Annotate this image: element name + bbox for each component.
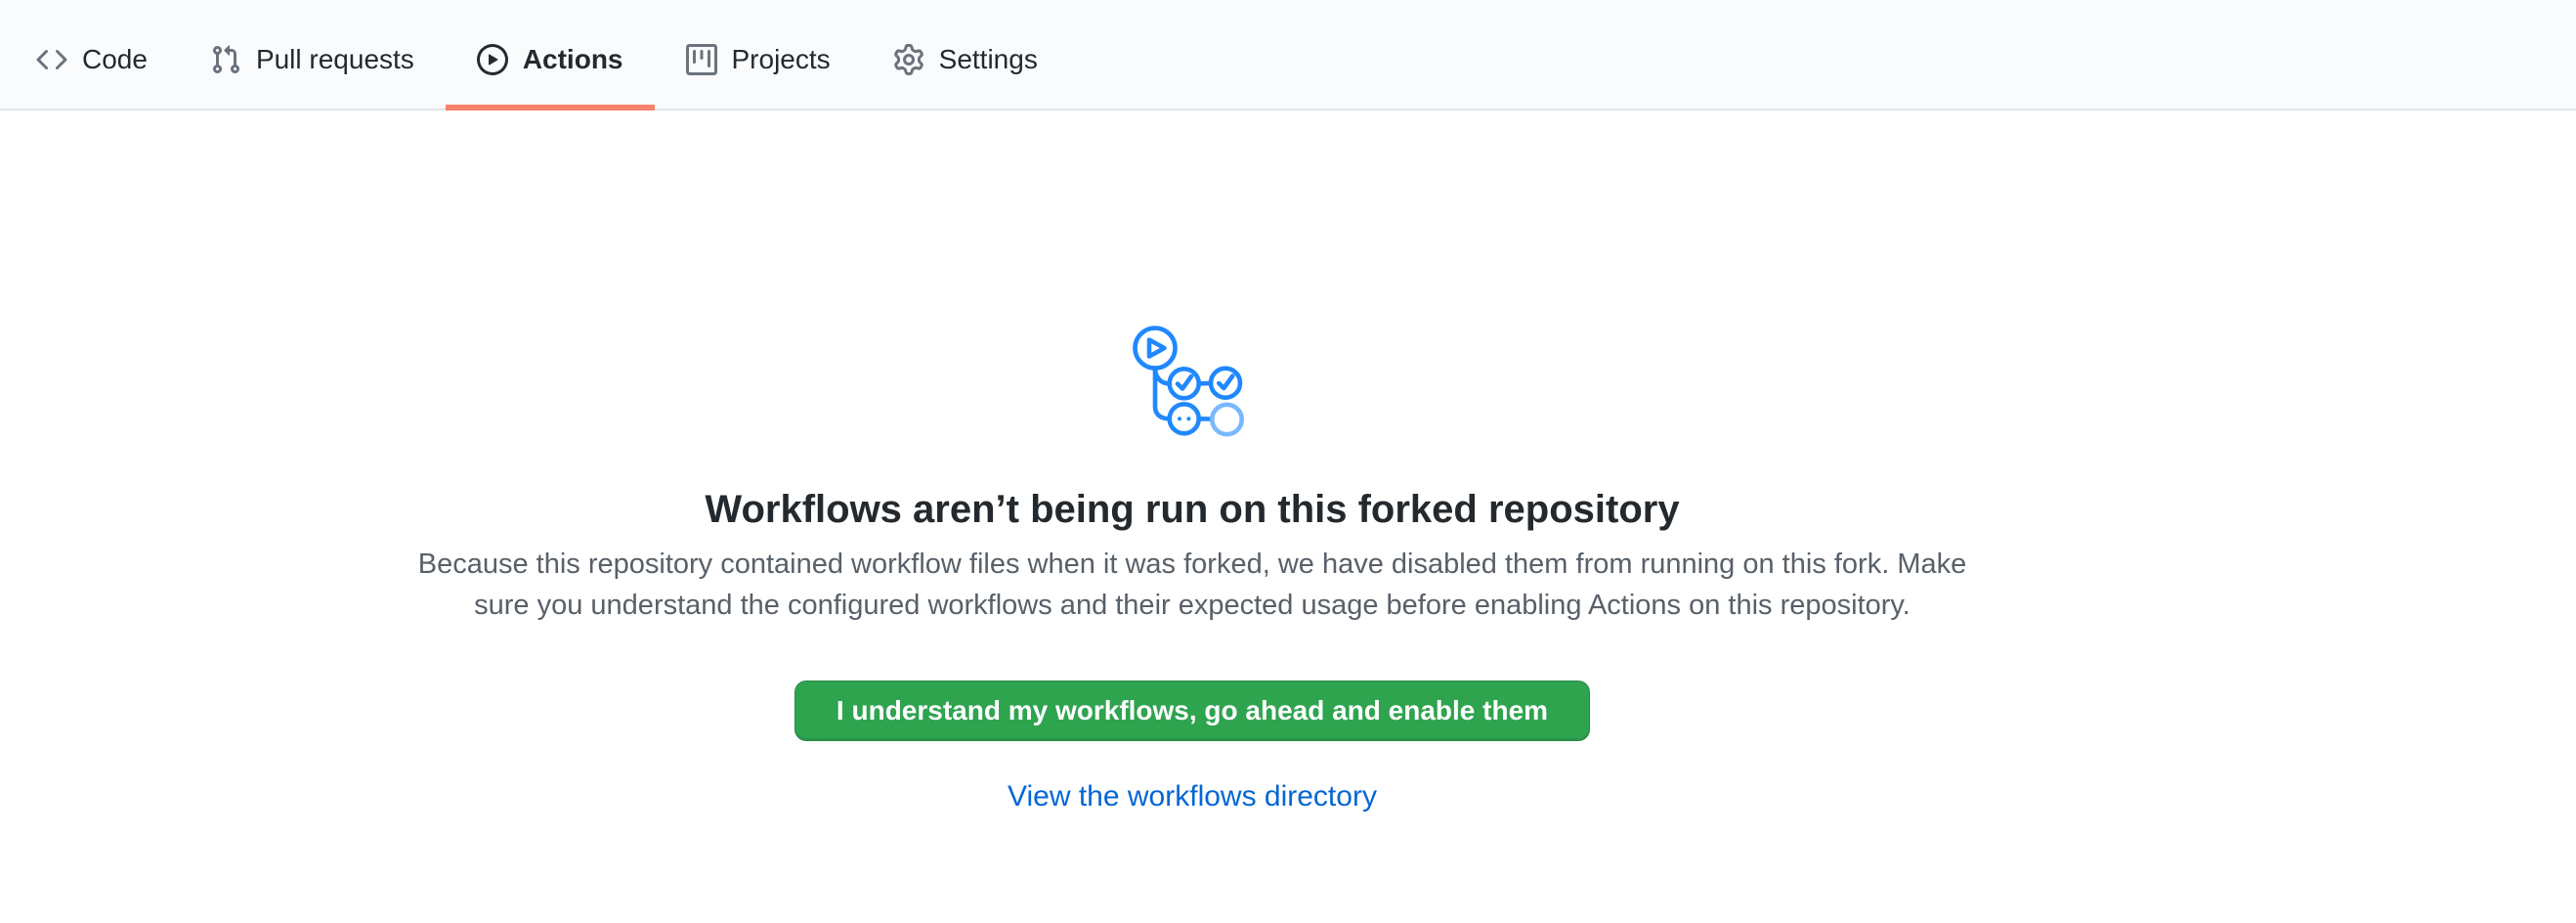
tab-code[interactable]: Code	[5, 0, 179, 109]
tab-actions[interactable]: Actions	[446, 0, 655, 109]
blankslate-description: Because this repository contained workfl…	[401, 544, 1984, 626]
actions-workflow-icon	[1124, 314, 1261, 446]
code-icon	[36, 44, 67, 75]
git-pull-request-icon	[210, 44, 241, 75]
repo-tab-bar: Code Pull requests Actions Projects Sett…	[0, 0, 2576, 110]
enable-workflows-button[interactable]: I understand my workflows, go ahead and …	[794, 681, 1590, 741]
tab-label: Settings	[939, 46, 1038, 73]
project-icon	[686, 44, 717, 75]
workflows-directory-link[interactable]: View the workflows directory	[1008, 780, 1377, 813]
play-icon	[477, 44, 508, 75]
gear-icon	[893, 44, 924, 75]
tab-label: Projects	[732, 46, 831, 73]
tab-settings[interactable]: Settings	[862, 0, 1069, 109]
actions-blankslate: Workflows aren’t being run on this forke…	[0, 314, 2576, 813]
tab-label: Actions	[523, 46, 623, 73]
blankslate-heading: Workflows aren’t being run on this forke…	[0, 485, 2384, 534]
tab-projects[interactable]: Projects	[655, 0, 862, 109]
tab-label: Pull requests	[256, 46, 414, 73]
blankslate-column: Workflows aren’t being run on this forke…	[0, 314, 2384, 813]
tab-label: Code	[82, 46, 148, 73]
tab-pull-requests[interactable]: Pull requests	[179, 0, 446, 109]
